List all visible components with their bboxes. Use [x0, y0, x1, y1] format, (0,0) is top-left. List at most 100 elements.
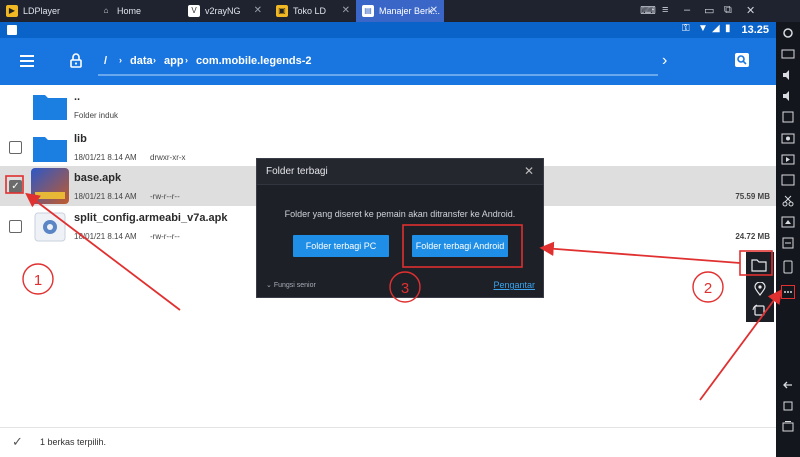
- shared-folder-icon[interactable]: [751, 258, 767, 272]
- menu-icon[interactable]: ≡: [662, 4, 668, 16]
- breadcrumb-app[interactable]: app: [164, 55, 184, 67]
- tab-v2rayng[interactable]: V v2rayNG ✕: [182, 0, 268, 22]
- macro-icon[interactable]: [781, 215, 795, 229]
- selection-count: 1 berkas terpilih.: [40, 437, 107, 447]
- tab-label: Home: [117, 6, 142, 16]
- file-name: base.apk: [74, 172, 122, 184]
- row-checkbox[interactable]: [9, 220, 22, 233]
- close-icon[interactable]: ✕: [524, 164, 534, 178]
- shake-icon[interactable]: [781, 260, 795, 274]
- gamepad-icon[interactable]: ⌨: [640, 4, 656, 17]
- file-date: 18/01/21 8.14 AM: [74, 153, 137, 162]
- apk-file-icon: [34, 212, 66, 242]
- v2rayng-icon: V: [188, 5, 200, 17]
- mobile-legends-app-icon: [31, 168, 69, 204]
- chevron-right-icon: ›: [153, 55, 156, 65]
- shared-folder-dialog: Folder terbagi ✕ Folder yang diseret ke …: [256, 158, 544, 298]
- file-size: 75.59 MB: [735, 192, 770, 201]
- breadcrumb-root[interactable]: /: [104, 55, 107, 67]
- volume-down-icon[interactable]: [781, 89, 795, 103]
- file-name: split_config.armeabi_v7a.apk: [74, 212, 228, 224]
- file-permissions: drwxr-xr-x: [150, 153, 186, 162]
- advanced-function-label: Fungsi senior: [273, 282, 316, 289]
- breadcrumb-current[interactable]: com.mobile.legends-2: [196, 55, 312, 67]
- record-icon[interactable]: [781, 152, 795, 166]
- breadcrumb-data[interactable]: data: [130, 55, 153, 67]
- home-nav-icon[interactable]: [781, 399, 795, 413]
- list-item-parent-folder[interactable]: .. Folder induk: [0, 85, 776, 127]
- settings-icon[interactable]: [781, 26, 795, 40]
- app-brand: ▶ LDPlayer: [0, 0, 88, 22]
- emulator-titlebar: ▶ LDPlayer ⌂ Home V v2rayNG ✕ ▣ Toko LD …: [0, 0, 800, 22]
- rotate-icon[interactable]: [752, 304, 767, 317]
- back-icon[interactable]: [781, 378, 795, 392]
- tab-home[interactable]: ⌂ Home: [94, 0, 180, 22]
- app-name: LDPlayer: [23, 6, 61, 16]
- close-window-icon[interactable]: ✕: [746, 4, 755, 17]
- file-manager-icon: ▤: [362, 5, 374, 17]
- recent-apps-icon[interactable]: [781, 420, 795, 434]
- screenshot-icon[interactable]: [781, 131, 795, 145]
- floating-tool-panel: [746, 252, 774, 322]
- annotation-circle-1: [22, 263, 54, 295]
- fullscreen-icon[interactable]: [781, 110, 795, 124]
- hamburger-menu-icon[interactable]: [20, 55, 34, 67]
- annotation-circle-2: [692, 271, 724, 303]
- sync-icon[interactable]: [781, 236, 795, 250]
- row-checkbox[interactable]: [9, 141, 22, 154]
- file-size: 24.72 MB: [735, 232, 770, 241]
- signal-icon: ◢: [712, 23, 720, 34]
- battery-icon: ▮: [725, 23, 731, 34]
- annotation-label-2: 2: [704, 280, 712, 297]
- more-options-icon[interactable]: [781, 285, 795, 299]
- notification-icon: [7, 25, 17, 35]
- fullscreen-icon[interactable]: ▭: [704, 4, 714, 17]
- tab-label: Toko LD: [293, 6, 327, 16]
- intro-link[interactable]: Pengantar: [493, 280, 535, 290]
- folder-icon: [33, 95, 67, 120]
- emulator-sidebar: [776, 22, 800, 457]
- breadcrumb-underline: [98, 74, 658, 76]
- close-icon[interactable]: ✕: [254, 5, 262, 16]
- close-icon[interactable]: ✕: [430, 5, 438, 16]
- dialog-title: Folder terbagi: [266, 166, 328, 177]
- chevron-right-icon: ›: [185, 55, 188, 65]
- row-checkbox[interactable]: ✓: [9, 180, 22, 193]
- android-status-bar: ⚿ ▼ ◢ ▮ 13.25: [0, 22, 776, 38]
- selection-bar: ✓ 1 berkas terpilih.: [0, 427, 776, 457]
- file-date: 18/01/21 8.14 AM: [74, 232, 137, 241]
- location-icon[interactable]: [754, 282, 766, 296]
- advanced-function-toggle[interactable]: ⌄ Fungsi senior: [266, 281, 316, 289]
- keyboard-icon[interactable]: [781, 47, 795, 61]
- store-icon: ▣: [276, 5, 288, 17]
- file-permissions: -rw-r--r--: [150, 232, 180, 241]
- status-time: 13.25: [741, 24, 769, 36]
- android-shared-folder-button[interactable]: Folder terbagi Android: [412, 235, 508, 257]
- annotation-label-1: 1: [34, 272, 42, 289]
- tab-label: v2rayNG: [205, 6, 241, 16]
- ldplayer-logo-icon: ▶: [6, 5, 18, 17]
- file-permissions: -rw-r--r--: [150, 192, 180, 201]
- search-icon[interactable]: [735, 53, 749, 67]
- close-icon[interactable]: ✕: [342, 5, 350, 16]
- scissors-icon[interactable]: [781, 194, 795, 208]
- file-name: ..: [74, 91, 81, 103]
- apk-install-icon[interactable]: [781, 173, 795, 187]
- folder-icon: [33, 137, 67, 162]
- chevron-right-icon[interactable]: ›: [662, 52, 667, 70]
- check-icon[interactable]: ✓: [12, 434, 23, 450]
- file-date: 18/01/21 8.14 AM: [74, 192, 137, 201]
- file-name: lib: [74, 133, 87, 145]
- restore-icon[interactable]: ⧉: [724, 4, 732, 17]
- tab-file-manager[interactable]: ▤ Manajer Berk... ✕: [356, 0, 444, 22]
- tab-toko-ld[interactable]: ▣ Toko LD ✕: [270, 0, 356, 22]
- home-icon: ⌂: [103, 6, 109, 15]
- dialog-description: Folder yang diseret ke pemain akan ditra…: [284, 209, 516, 219]
- lock-icon[interactable]: [70, 53, 82, 68]
- minimize-icon[interactable]: –: [684, 4, 690, 16]
- dialog-header: Folder terbagi ✕: [257, 159, 543, 185]
- volume-up-icon[interactable]: [781, 68, 795, 82]
- pc-shared-folder-button[interactable]: Folder terbagi PC: [293, 235, 389, 257]
- chevron-right-icon: ›: [119, 55, 122, 65]
- wifi-icon: ▼: [698, 23, 708, 34]
